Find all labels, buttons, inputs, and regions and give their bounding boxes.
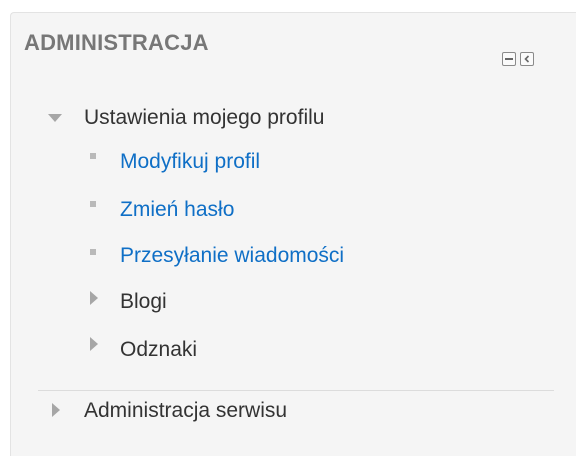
collapsed-arrow-icon <box>90 337 98 351</box>
change-password-link[interactable]: Zmień hasło <box>120 197 234 223</box>
divider <box>38 390 554 391</box>
dock-icon[interactable] <box>520 52 534 66</box>
collapsed-arrow-icon <box>90 291 98 305</box>
tree-item-label: Blogi <box>120 290 167 313</box>
collapsed-arrow-icon <box>52 403 60 417</box>
bullet-icon <box>90 201 96 207</box>
tree-item-label: Administracja serwisu <box>84 399 288 422</box>
tree-item-label: Odznaki <box>120 338 198 361</box>
messaging-link[interactable]: Przesyłanie wiadomości <box>120 243 344 269</box>
bullet-icon <box>90 153 96 159</box>
expanded-arrow-icon <box>48 114 62 122</box>
block-title: ADMINISTRACJA <box>24 30 209 55</box>
bullet-icon <box>90 249 96 255</box>
tree-item-label: Ustawienia mojego profilu <box>84 106 325 129</box>
minimize-icon[interactable] <box>502 52 516 66</box>
modify-profile-link[interactable]: Modyfikuj profil <box>120 149 260 175</box>
block-controls <box>502 52 534 66</box>
